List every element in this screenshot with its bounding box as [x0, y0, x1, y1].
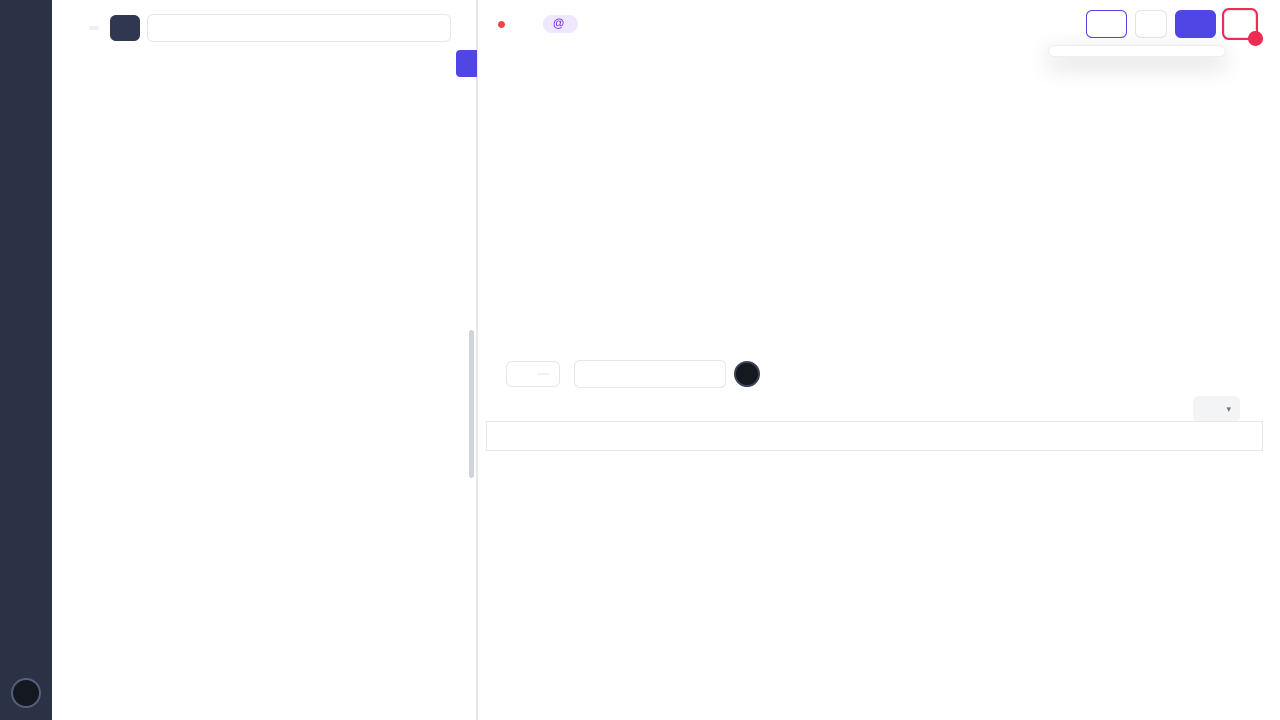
run-detail-header: @	[498, 8, 1268, 40]
copy-run-id-icon[interactable]	[521, 17, 535, 31]
search-icon	[155, 22, 168, 35]
runs-tabs	[52, 46, 476, 75]
run-actions-menu	[1048, 45, 1226, 57]
app-sidebar	[0, 0, 52, 720]
header-actions	[1086, 10, 1268, 38]
grid-icon	[1202, 403, 1214, 415]
filter-button[interactable]	[110, 15, 140, 41]
runs-search[interactable]	[147, 14, 451, 42]
runs-panel-header	[52, 0, 476, 46]
sliders-icon[interactable]	[1250, 402, 1264, 416]
view-select[interactable]: ▾	[1193, 396, 1240, 422]
runs-list	[52, 108, 476, 720]
comments-filter-chip[interactable]	[506, 361, 560, 387]
funnel-icon	[119, 22, 132, 35]
user-avatar[interactable]	[11, 678, 41, 708]
copy-icon	[70, 56, 85, 71]
run-status-dot	[498, 21, 505, 28]
tests-table	[486, 421, 1263, 451]
step-2-badge	[1248, 31, 1263, 46]
runs-panel	[52, 0, 477, 720]
table-header-row	[487, 422, 1262, 450]
run-view-tabs	[499, 328, 543, 337]
runs-scrollbar[interactable]	[469, 330, 474, 478]
sparkle-icon	[1097, 18, 1110, 31]
search-icon	[583, 368, 596, 381]
comment-icon	[517, 368, 530, 381]
automated-badge[interactable]: @	[543, 15, 578, 33]
bar-chart-icon	[1186, 18, 1199, 31]
view-controls: ▾	[1193, 396, 1264, 422]
test-filter-row	[498, 360, 1264, 388]
tests-search-input[interactable]	[601, 368, 717, 380]
runs-search-input[interactable]	[173, 22, 443, 34]
at-icon: @	[553, 18, 564, 30]
assignee-filter-avatar[interactable]	[734, 361, 760, 387]
tests-search[interactable]	[574, 360, 726, 388]
summary-kebab-button[interactable]	[1135, 10, 1167, 38]
comment-count	[537, 373, 549, 375]
chevron-down-icon: ▾	[1226, 404, 1231, 415]
run-detail-panel: @ ▾	[477, 0, 1280, 720]
run-summary-button[interactable]	[1086, 10, 1127, 38]
runs-count-badge	[89, 26, 99, 30]
results-donut-chart	[586, 104, 722, 240]
report-button[interactable]	[1175, 10, 1216, 38]
run-actions-kebab-button[interactable]	[1224, 10, 1256, 38]
sort-row: ▾	[498, 396, 1264, 422]
